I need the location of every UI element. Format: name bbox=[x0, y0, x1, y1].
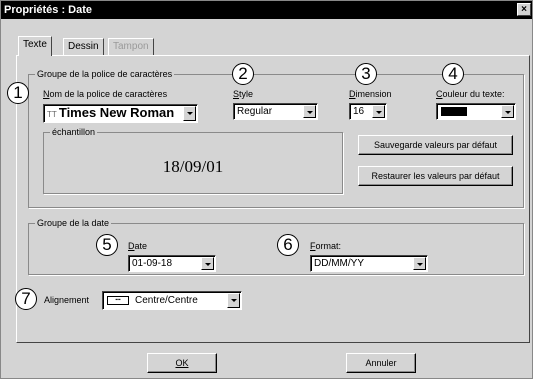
date-group-legend: Groupe de la date bbox=[35, 217, 112, 229]
callout-3: 3 bbox=[355, 63, 377, 85]
title-bar: Propriétés : Date × bbox=[1, 1, 532, 19]
font-name-label-rest: om de la police de caractères bbox=[49, 89, 168, 99]
sample-legend: échantillon bbox=[50, 126, 98, 138]
close-icon[interactable]: × bbox=[517, 3, 531, 16]
chevron-down-icon[interactable] bbox=[303, 105, 316, 118]
font-group-legend: Groupe de la police de caractères bbox=[35, 68, 175, 80]
window-title: Propriétés : Date bbox=[4, 4, 93, 16]
tab-tampon[interactable]: Tampon bbox=[108, 38, 154, 55]
format-label: Format: bbox=[310, 241, 342, 251]
format-value: DD/MM/YY bbox=[314, 258, 364, 269]
cancel-button[interactable]: Annuler bbox=[346, 353, 416, 373]
chevron-down-icon[interactable] bbox=[201, 257, 214, 270]
sample-group: échantillon 18/09/01 bbox=[43, 126, 343, 194]
alignment-value: Centre/Centre bbox=[135, 295, 198, 306]
font-name-label: Nom de la police de caractères bbox=[43, 89, 168, 99]
restore-defaults-button[interactable]: Restaurer les valeurs par défaut bbox=[358, 166, 513, 186]
style-value: Regular bbox=[237, 106, 273, 117]
style-select[interactable]: Regular bbox=[233, 103, 318, 120]
size-select[interactable]: 16 bbox=[349, 103, 387, 120]
sample-text: 18/09/01 bbox=[162, 157, 224, 176]
tab-dessin[interactable]: Dessin bbox=[63, 38, 104, 55]
date-label: Date bbox=[128, 241, 148, 251]
alignment-icon: ▪▪▪ bbox=[107, 296, 129, 305]
ok-label: OK bbox=[175, 358, 189, 368]
chevron-down-icon[interactable] bbox=[183, 106, 196, 121]
color-swatch bbox=[441, 107, 467, 116]
size-label: Dimension bbox=[349, 89, 392, 99]
date-select[interactable]: 01-09-18 bbox=[128, 255, 216, 272]
chevron-down-icon[interactable] bbox=[372, 105, 385, 118]
alignment-label: Alignement bbox=[44, 295, 90, 305]
format-select[interactable]: DD/MM/YY bbox=[310, 255, 428, 272]
size-value: 16 bbox=[353, 106, 365, 117]
date-value: 01-09-18 bbox=[132, 258, 173, 269]
ok-button[interactable]: OK bbox=[147, 353, 217, 373]
callout-7: 7 bbox=[15, 288, 37, 310]
alignment-select[interactable]: ▪▪▪ Centre/Centre bbox=[102, 291, 242, 310]
truetype-icon: TT bbox=[47, 110, 59, 119]
chevron-down-icon[interactable] bbox=[501, 105, 514, 118]
cancel-label: Annuler bbox=[365, 358, 397, 368]
style-label: Style bbox=[233, 89, 254, 99]
callout-6: 6 bbox=[277, 234, 299, 256]
font-name-select[interactable]: TT Times New Roman bbox=[43, 104, 198, 123]
chevron-down-icon[interactable] bbox=[413, 257, 426, 270]
callout-5: 5 bbox=[96, 234, 118, 256]
properties-dialog: Propriétés : Date × Texte Dessin Tampon … bbox=[0, 0, 533, 379]
tab-texte[interactable]: Texte bbox=[18, 36, 52, 56]
text-color-select[interactable] bbox=[436, 103, 516, 120]
chevron-down-icon[interactable] bbox=[227, 293, 240, 308]
font-name-value: TT Times New Roman bbox=[47, 105, 175, 120]
callout-2: 2 bbox=[232, 63, 254, 85]
save-defaults-button[interactable]: Sauvegarde valeurs par défaut bbox=[358, 135, 513, 155]
callout-1: 1 bbox=[7, 82, 29, 104]
callout-4: 4 bbox=[442, 63, 464, 85]
color-label: Couleur du texte: bbox=[436, 89, 505, 99]
